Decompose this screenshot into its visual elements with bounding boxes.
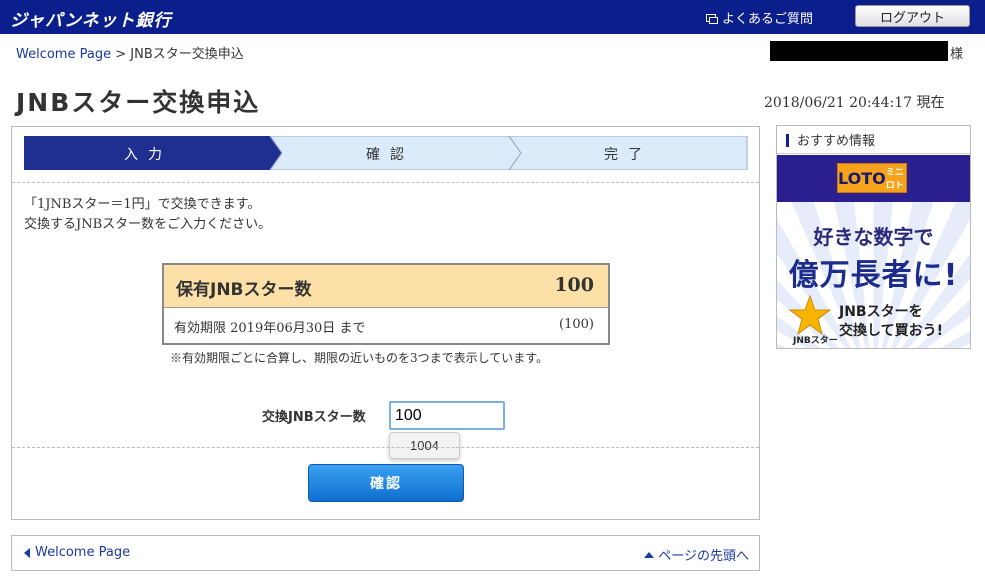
- step-complete-label: 完了: [604, 147, 652, 163]
- autocomplete-suggestion[interactable]: 1004: [389, 432, 460, 459]
- arrow-left-icon: [24, 547, 30, 558]
- sidebar-header: おすすめ情報: [777, 126, 970, 154]
- holdings-expiry-row: 有効期限 2019年06月30日 まで (100): [164, 308, 608, 343]
- intro-line-2: 交換するJNBスター数をご入力ください。: [24, 217, 272, 232]
- loto-logo: LOTO ミニロト: [837, 163, 907, 193]
- loto-logo-text-b: ミニロト: [885, 168, 904, 191]
- step-input-label: 入力: [124, 147, 172, 163]
- exchange-amount-label: 交換JNBスター数: [262, 410, 366, 425]
- banner-line-2: 億万長者に!: [788, 258, 959, 293]
- intro-line-1: 「1JNBスター＝1円」で交換できます。: [24, 197, 261, 212]
- jnb-star-icon: [789, 295, 831, 335]
- expiry-value: (100): [559, 317, 594, 332]
- intro-text: 「1JNBスター＝1円」で交換できます。 交換するJNBスター数をご入力ください…: [24, 195, 271, 235]
- banner-line-3a: JNBスターを: [839, 304, 923, 320]
- breadcrumb: Welcome Page > JNBスター交換申込: [16, 43, 244, 62]
- loto-banner[interactable]: LOTO ミニロト 好きな数字で 億万長者に! JNBスターを 交換して買おう!…: [777, 155, 970, 348]
- user-name-redacted: [770, 41, 948, 61]
- main-panel: 入力 確認 完了 「1JNBスター＝1円」で交換できます。 交換するJNBスター…: [11, 126, 760, 520]
- window-icon: [706, 13, 718, 24]
- page-top-link[interactable]: ページの先頭へ: [644, 545, 749, 564]
- divider-bottom: [12, 447, 759, 448]
- exchange-amount-input[interactable]: [389, 401, 505, 430]
- breadcrumb-separator: >: [115, 47, 127, 62]
- loto-logo-text-a: LOTO: [838, 168, 886, 188]
- divider-top: [12, 182, 759, 183]
- faq-link[interactable]: よくあるご質問: [706, 8, 813, 27]
- holdings-header-row: 保有JNBスター数 100: [164, 265, 608, 308]
- footer-welcome-link[interactable]: Welcome Page: [24, 545, 130, 560]
- holdings-note: ※有効期限ごとに合算し、期限の近いものを3つまで表示しています。: [170, 351, 549, 365]
- star-caption: JNBスター: [793, 336, 838, 346]
- page-top-label: ページの先頭へ: [658, 549, 749, 564]
- breadcrumb-current: JNBスター交換申込: [130, 47, 244, 62]
- footer-nav: Welcome Page ページの先頭へ: [11, 535, 760, 571]
- breadcrumb-home-link[interactable]: Welcome Page: [16, 47, 111, 62]
- user-honorific: 様: [950, 47, 964, 62]
- holdings-table: 保有JNBスター数 100 有効期限 2019年06月30日 まで (100): [162, 263, 610, 345]
- progress-steps: 入力 確認 完了: [24, 136, 748, 170]
- banner-line-3: JNBスターを 交換して買おう!: [839, 303, 943, 341]
- expiry-label: 有効期限 2019年06月30日 まで: [174, 321, 366, 336]
- page-title: JNBスター交換申込: [16, 88, 261, 117]
- sidebar-header-label: おすすめ情報: [797, 134, 876, 149]
- banner-line-1: 好きな数字で: [813, 225, 934, 249]
- faq-label: よくあるご質問: [722, 12, 814, 27]
- holdings-total: 100: [554, 274, 594, 296]
- arrow-up-icon: [644, 551, 655, 558]
- step-confirm-label: 確認: [366, 147, 414, 163]
- footer-welcome-label: Welcome Page: [35, 545, 131, 560]
- holdings-label: 保有JNBスター数: [176, 280, 312, 300]
- logout-button[interactable]: ログアウト: [855, 5, 970, 27]
- confirm-button[interactable]: 確認: [308, 464, 464, 502]
- header-bar: ジャパンネット銀行 よくあるご質問 ログアウト: [0, 0, 985, 34]
- current-datetime: 2018/06/21 20:44:17 現在: [764, 95, 945, 111]
- banner-line-3b: 交換して買おう!: [839, 323, 943, 339]
- recommendation-sidebar: おすすめ情報 LOTO ミニロト 好きな数字で 億万長者に! JNBスターを 交…: [776, 125, 971, 349]
- bank-logo[interactable]: ジャパンネット銀行: [10, 6, 172, 31]
